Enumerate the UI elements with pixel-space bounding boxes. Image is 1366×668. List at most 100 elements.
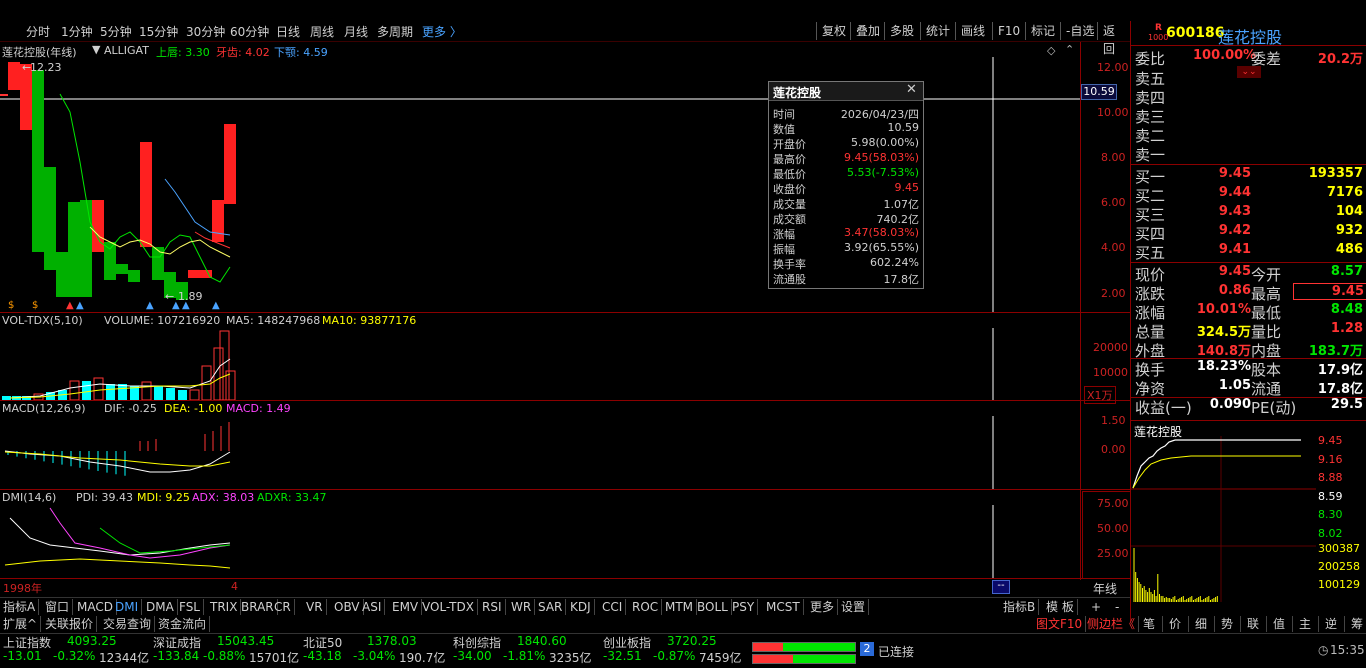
bid-volume: 932 xyxy=(1335,223,1363,238)
tooltip-row: 时间 2026/04/23/四 xyxy=(769,106,923,121)
indicator-tab[interactable]: RSI xyxy=(479,599,506,615)
time-axis-start: 1998年 xyxy=(3,582,42,595)
indicator-tab[interactable]: EMV xyxy=(389,599,423,615)
indicator-tab[interactable]: TRIX xyxy=(207,599,242,615)
period-tab-fenshi[interactable]: 分时 xyxy=(26,23,50,40)
side-tab[interactable]: 细 xyxy=(1188,616,1215,632)
intraday-mini-chart[interactable] xyxy=(1131,436,1316,602)
divider-vol-macd xyxy=(0,400,1130,401)
period-tab-15min[interactable]: 15分钟 xyxy=(139,23,178,40)
market-index[interactable]: 北证50 1378.03 -43.18 -3.04% 190.7亿 xyxy=(303,634,453,668)
tooltip-row: 换手率 602.24% xyxy=(769,256,923,271)
side-tab[interactable]: 值 xyxy=(1266,616,1293,632)
period-tab-60min[interactable]: 60分钟 xyxy=(230,23,269,40)
ask-row: 卖二 xyxy=(1133,125,1365,145)
indicator-tab[interactable]: ASI xyxy=(359,599,386,615)
side-tab[interactable]: 联 xyxy=(1240,616,1267,632)
tooltip-title: 莲花控股 xyxy=(773,86,822,100)
market-index[interactable]: 上证指数 4093.25 -13.01 -0.32% 12344亿 xyxy=(3,634,153,668)
indicator-tab[interactable]: WR xyxy=(508,599,536,615)
fuquan-button[interactable]: 复权 xyxy=(816,22,851,40)
sidebar-toggle[interactable]: 侧边栏《 xyxy=(1084,616,1140,632)
indicator-tab[interactable]: DMA xyxy=(143,599,178,615)
indicator-tab[interactable]: PSY xyxy=(729,599,759,615)
indicator-tab[interactable]: CR xyxy=(271,599,295,615)
tooltip-row-label: 换手率 xyxy=(773,258,806,271)
indicator-tab[interactable]: ROC xyxy=(629,599,663,615)
indicator-tab[interactable]: MCST xyxy=(763,599,804,615)
multi-stock-button[interactable]: 多股 xyxy=(884,22,919,40)
index-percent: -1.81% xyxy=(503,649,546,663)
indicator-b-tab[interactable]: 指标B xyxy=(1000,599,1040,615)
period-tab-30min[interactable]: 30分钟 xyxy=(186,23,225,40)
period-tab-1min[interactable]: 1分钟 xyxy=(61,23,93,40)
macd-chart[interactable] xyxy=(0,414,1080,489)
indicator-tab[interactable]: DMI xyxy=(112,599,143,615)
indicator-tab[interactable]: VOL-TDX xyxy=(419,599,478,615)
indicator-tab[interactable]: 设置 xyxy=(838,599,870,615)
indicator-tab[interactable]: 指标A xyxy=(0,599,40,615)
market-index[interactable]: 创业板指 3720.25 -32.51 -0.87% 7459亿 xyxy=(603,634,753,668)
indicator-tab[interactable]: KDJ xyxy=(567,599,595,615)
f10-graph-tab[interactable]: 图文F10 xyxy=(1033,616,1087,632)
indicator-tab[interactable]: VR xyxy=(303,599,327,615)
add-panel-button[interactable]: + xyxy=(1088,599,1104,615)
side-tab[interactable]: 主 xyxy=(1292,616,1319,632)
period-tab-multi[interactable]: 多周期 xyxy=(377,23,413,40)
side-tab[interactable]: 筹 xyxy=(1344,616,1366,632)
signal-marker: ▲ xyxy=(66,300,74,311)
dmi-chart[interactable] xyxy=(0,503,1080,578)
indicator-tab[interactable]: SAR xyxy=(535,599,567,615)
volume-chart[interactable] xyxy=(0,326,1080,400)
indicator-tab[interactable]: MTM xyxy=(662,599,698,615)
period-tab-month[interactable]: 月线 xyxy=(344,23,368,40)
overlay-button[interactable]: 叠加 xyxy=(850,22,885,40)
quote-value-2: 8.48 xyxy=(1330,302,1363,317)
period-tab-day[interactable]: 日线 xyxy=(276,23,300,40)
indicator-tab[interactable]: 更多 xyxy=(807,599,839,615)
index-amount: 3235亿 xyxy=(549,651,592,665)
close-icon[interactable]: ✕ xyxy=(906,82,917,97)
side-tab[interactable]: 价 xyxy=(1162,616,1189,632)
indicator-tab[interactable]: 窗口 xyxy=(42,599,74,615)
side-tab[interactable]: 笔 xyxy=(1136,616,1163,632)
watchlist-button[interactable]: -自选 xyxy=(1060,22,1099,40)
related-quotes-tab[interactable]: 关联报价 xyxy=(42,616,98,632)
side-tab[interactable]: 逆 xyxy=(1318,616,1345,632)
bid-label: 买一 xyxy=(1135,168,1166,186)
price-axis-divider xyxy=(1080,42,1081,580)
expand-tab[interactable]: 扩展^ xyxy=(0,616,42,632)
weibi-value: 100.00% xyxy=(1193,48,1257,63)
mark-button[interactable]: 标记 xyxy=(1025,22,1060,40)
draw-line-button[interactable]: 画线 xyxy=(955,22,990,40)
tooltip-row-value: 10.59 xyxy=(887,121,920,134)
capital-flow-tab[interactable]: 资金流向 xyxy=(155,616,211,632)
indicator-tab[interactable]: FSL xyxy=(176,599,204,615)
tooltip-row-label: 最低价 xyxy=(773,168,806,181)
side-tab[interactable]: 势 xyxy=(1214,616,1241,632)
f10-button[interactable]: F10 xyxy=(992,22,1025,40)
price-tick-8: 8.00 xyxy=(1101,151,1126,164)
template-tab[interactable]: 模 板 xyxy=(1043,599,1078,615)
quote-label-2: 流通 xyxy=(1251,380,1282,398)
market-index[interactable]: 科创综指 1840.60 -34.00 -1.81% 3235亿 xyxy=(453,634,603,668)
more-periods-button[interactable]: 更多 〉 xyxy=(422,23,462,40)
period-tab-5min[interactable]: 5分钟 xyxy=(100,23,132,40)
market-index[interactable]: 深证成指 15043.45 -133.84 -0.88% 15701亿 xyxy=(153,634,303,668)
volume-bar xyxy=(154,386,163,400)
indicator-tab[interactable]: BOLL xyxy=(694,599,732,615)
dmi-tick-75: 75.00 xyxy=(1097,497,1129,510)
indicator-tab[interactable]: CCI xyxy=(599,599,627,615)
divider-main-vol xyxy=(0,312,1130,313)
remove-panel-button[interactable]: - xyxy=(1112,599,1122,615)
back-button[interactable]: 返回 xyxy=(1097,22,1130,56)
connection-status: 已连接 xyxy=(878,645,915,659)
statistics-button[interactable]: 统计 xyxy=(920,22,955,40)
period-tab-week[interactable]: 周线 xyxy=(310,23,334,40)
bid-price: 9.43 xyxy=(1218,204,1251,219)
intraday-avg-line xyxy=(1132,455,1301,489)
ask-label: 卖三 xyxy=(1135,108,1166,126)
trade-query-tab[interactable]: 交易查询 xyxy=(100,616,156,632)
indicator-tab[interactable]: MACD xyxy=(74,599,117,615)
quote-row: 收益(一) 0.090 PE(动) 29.5 xyxy=(1133,397,1365,417)
